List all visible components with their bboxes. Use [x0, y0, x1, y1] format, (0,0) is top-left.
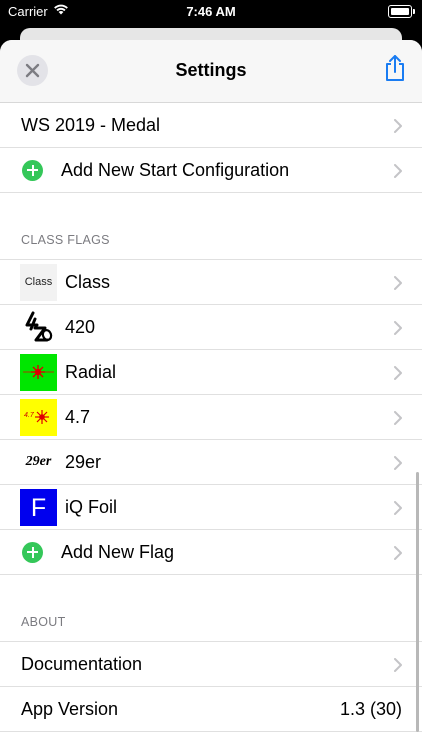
- add-circle-icon: [22, 541, 43, 563]
- app-version-row: App Version 1.3 (30): [0, 687, 422, 732]
- flag-label: Radial: [65, 361, 117, 382]
- class-flags-header: CLASS FLAGS: [21, 233, 110, 247]
- add-circle-icon: [22, 159, 43, 181]
- chevron-right-icon: [394, 546, 402, 560]
- settings-list: WS 2019 - Medal Add New Start Configurat…: [0, 103, 422, 750]
- add-flag-label: Add New Flag: [61, 541, 175, 562]
- chevron-right-icon: [394, 456, 402, 470]
- flag-thumbnail-iq-foil: F: [20, 488, 57, 526]
- flag-row-radial[interactable]: Radial: [0, 350, 422, 395]
- documentation-row[interactable]: Documentation: [0, 642, 422, 687]
- flag-thumbnail-420: [20, 308, 57, 346]
- share-icon: [386, 55, 404, 81]
- chevron-right-icon: [394, 164, 402, 178]
- scroll-indicator[interactable]: [416, 472, 419, 732]
- flag-row-iq-foil[interactable]: F iQ Foil: [0, 485, 422, 530]
- add-start-config-row[interactable]: Add New Start Configuration: [0, 148, 422, 193]
- chevron-right-icon: [394, 658, 402, 672]
- flag-thumbnail-29er: 29er: [20, 443, 57, 481]
- flag-thumb-text: 29er: [25, 453, 52, 469]
- chevron-right-icon: [394, 501, 402, 515]
- flag-thumbnail-radial: [20, 353, 57, 391]
- status-bar: Carrier 7:46 AM: [0, 0, 422, 24]
- flag-thumbnail-4-7: 4.7: [20, 398, 57, 436]
- add-start-config-label: Add New Start Configuration: [61, 159, 290, 180]
- app-version-value: 1.3 (30): [339, 699, 402, 719]
- add-flag-row[interactable]: Add New Flag: [0, 530, 422, 575]
- laser-star-icon: [23, 364, 54, 379]
- status-time: 7:46 AM: [186, 4, 236, 19]
- flag-row-class[interactable]: Class Class: [0, 260, 422, 305]
- flag-label: 29er: [65, 451, 102, 472]
- flag-row-29er[interactable]: 29er 29er: [0, 440, 422, 485]
- navigation-bar: Settings: [0, 40, 422, 103]
- chevron-right-icon: [394, 366, 402, 380]
- laser-star-icon: [35, 409, 49, 424]
- start-config-row[interactable]: WS 2019 - Medal: [0, 103, 422, 148]
- chevron-right-icon: [394, 321, 402, 335]
- about-header: ABOUT: [21, 615, 66, 629]
- 420-logo-icon: [25, 311, 53, 341]
- battery-icon: [388, 5, 415, 18]
- documentation-label: Documentation: [21, 653, 143, 674]
- flag-label: 420: [65, 316, 96, 337]
- start-config-label: WS 2019 - Medal: [21, 114, 161, 135]
- flag-row-420[interactable]: 420: [0, 305, 422, 350]
- chevron-right-icon: [394, 411, 402, 425]
- flag-row-4-7[interactable]: 4.7 4.7: [0, 395, 422, 440]
- flag-thumb-text: Class: [24, 275, 53, 288]
- app-version-label: App Version: [21, 698, 119, 719]
- section-gap: [0, 193, 422, 233]
- section-gap: [0, 575, 422, 615]
- flag-thumbnail-class: Class: [20, 263, 57, 301]
- flag-label: 4.7: [65, 406, 91, 427]
- flag-label: iQ Foil: [65, 496, 118, 517]
- chevron-right-icon: [394, 119, 402, 133]
- share-button[interactable]: [382, 54, 408, 84]
- flag-thumb-text: F: [30, 493, 47, 522]
- page-title: Settings: [175, 60, 247, 80]
- flag-label: Class: [65, 271, 111, 292]
- settings-sheet: Settings WS 2019 - Medal Add New Start C…: [0, 40, 422, 750]
- chevron-right-icon: [394, 276, 402, 290]
